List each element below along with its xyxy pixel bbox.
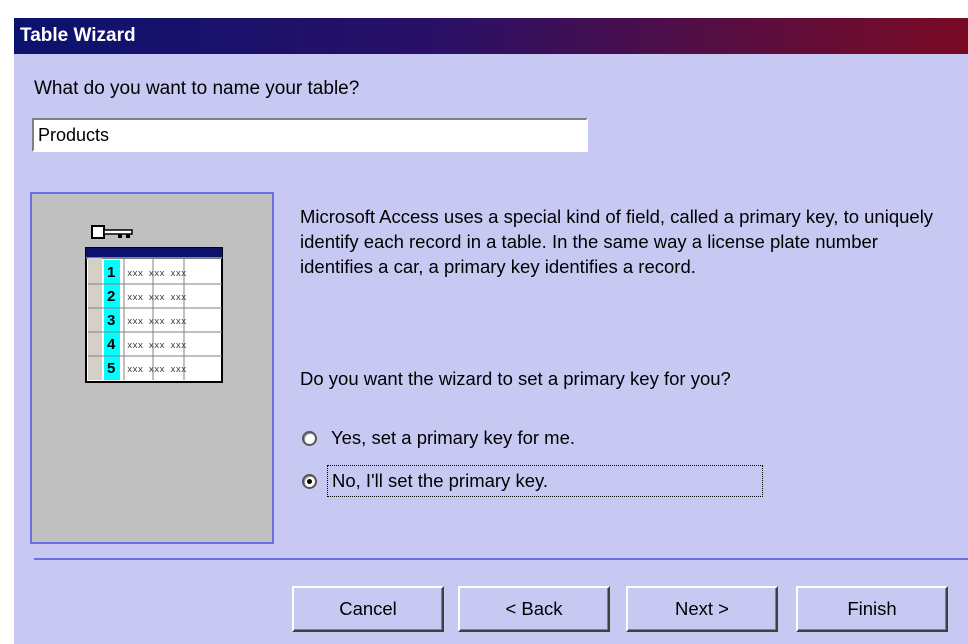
table-name-input[interactable] [32,118,588,152]
option-yes-set-key[interactable]: Yes, set a primary key for me. [302,421,579,455]
finish-button[interactable]: Finish [796,586,948,632]
row-number: 5 [107,360,115,377]
radio-no[interactable] [302,473,317,489]
key-icon [91,225,133,239]
primary-key-description: Microsoft Access uses a special kind of … [300,206,934,277]
row-number: 1 [107,264,115,281]
primary-key-illustration: 1 2 3 4 5 xxx xxx xxx xxx xxx xxx xxx xx… [30,192,274,544]
cell-placeholder: xxx xxx xxx [127,293,186,303]
back-button[interactable]: < Back [458,586,610,632]
cancel-button[interactable]: Cancel [292,586,444,632]
row-number: 2 [107,288,115,305]
row-number: 3 [107,312,115,329]
table-name-prompt: What do you want to name your table? [34,78,360,99]
cell-placeholder: xxx xxx xxx [127,317,186,327]
cell-placeholder: xxx xxx xxx [127,269,186,279]
title-bar[interactable]: Table Wizard [14,18,968,54]
divider [34,558,968,560]
sample-table-icon: 1 2 3 4 5 xxx xxx xxx xxx xxx xxx xxx xx… [85,247,223,383]
next-button[interactable]: Next > [626,586,778,632]
option-no-label[interactable]: No, I'll set the primary key. [327,465,763,497]
radio-yes[interactable] [302,430,317,446]
primary-key-question: Do you want the wizard to set a primary … [300,368,731,389]
cell-placeholder: xxx xxx xxx [127,341,186,351]
window-title: Table Wizard [20,25,136,46]
cell-placeholder: xxx xxx xxx [127,365,186,375]
table-with-key-illustration: 1 2 3 4 5 xxx xxx xxx xxx xxx xxx xxx xx… [85,225,223,383]
table-wizard-dialog: Table Wizard What do you want to name yo… [14,18,968,644]
option-yes-label[interactable]: Yes, set a primary key for me. [327,423,579,453]
option-no-set-key[interactable]: No, I'll set the primary key. [302,464,763,498]
row-number: 4 [107,336,116,353]
